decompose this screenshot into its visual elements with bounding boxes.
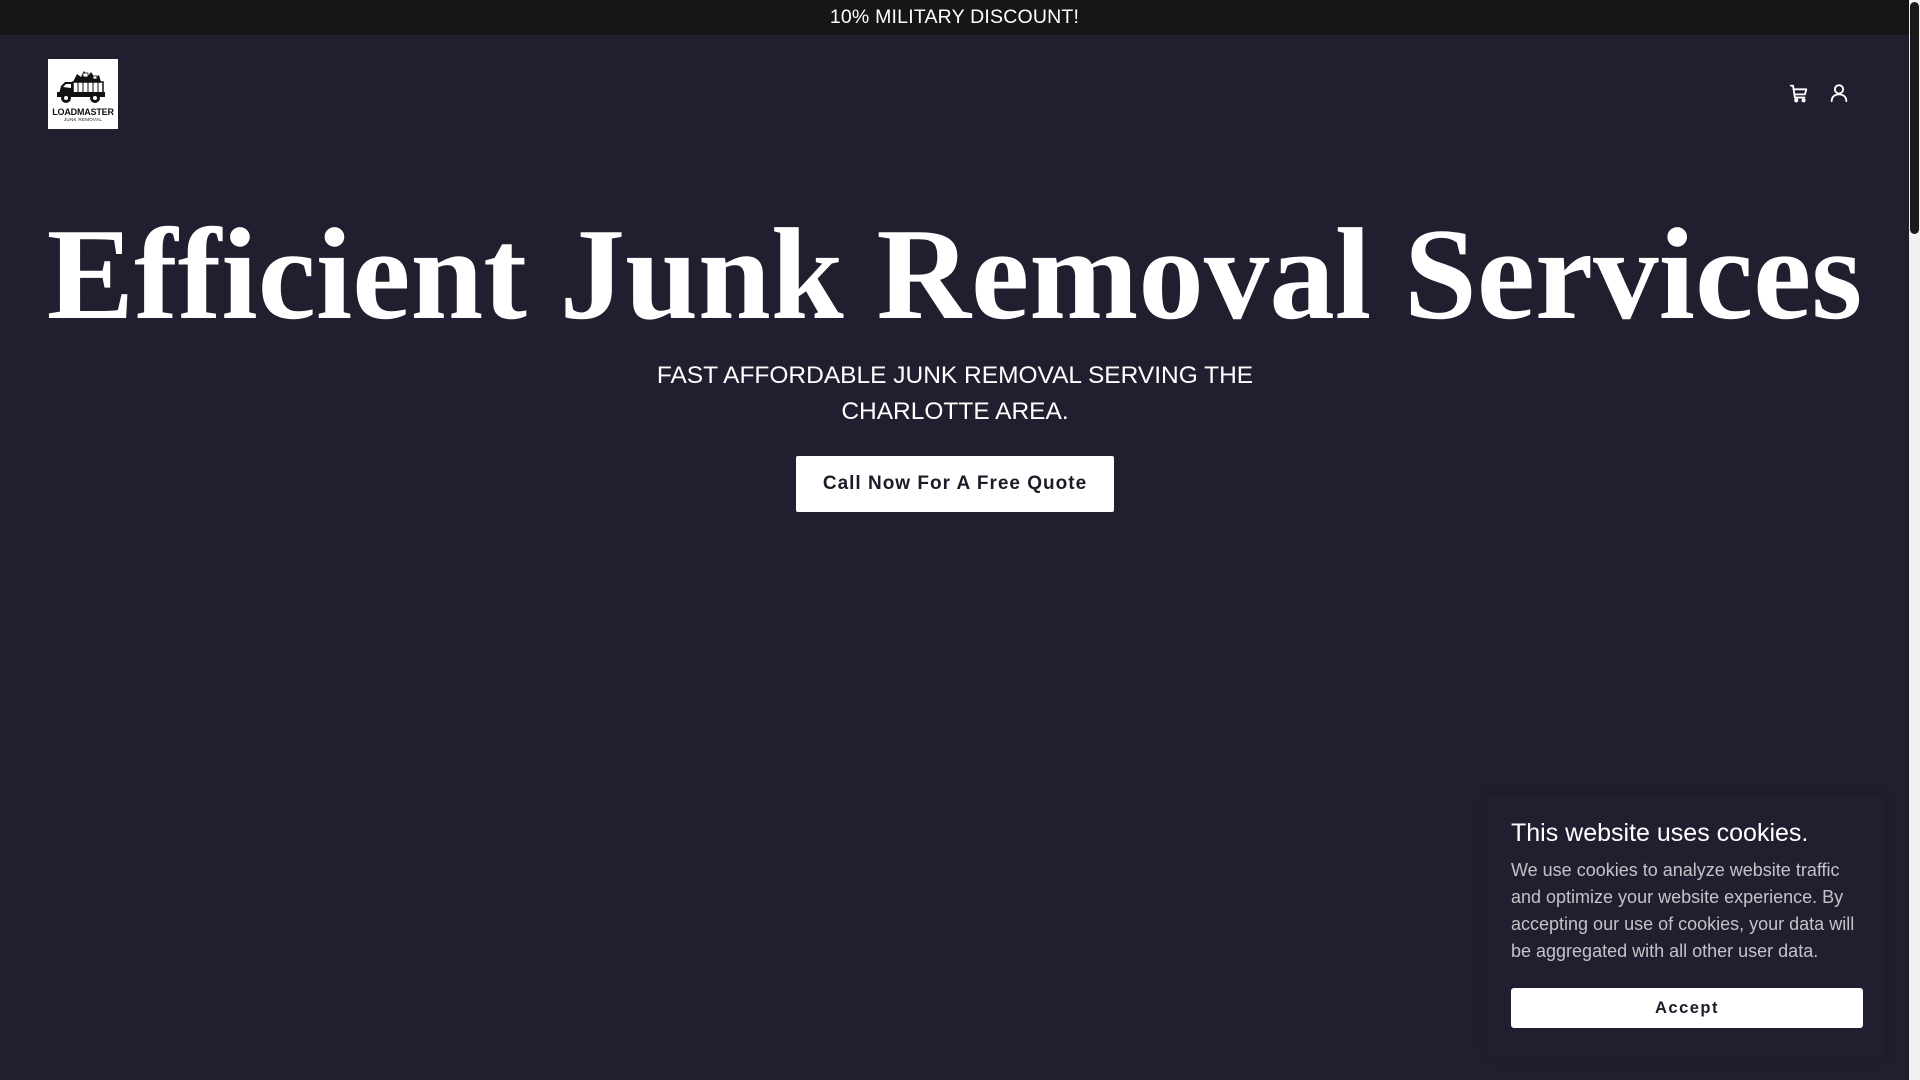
site-header: LOADMASTER JUNK REMOVAL — [0, 35, 1909, 155]
logo-subtitle: JUNK REMOVAL — [63, 117, 103, 122]
page: 10% MILITARY DISCOUNT! LOADMASTER JUNK R… — [0, 0, 1920, 1080]
cookie-body: We use cookies to analyze website traffi… — [1511, 860, 1855, 961]
cookie-banner: This website uses cookies. We use cookie… — [1487, 795, 1885, 1057]
truck-logo-icon — [57, 71, 105, 103]
site-logo[interactable]: LOADMASTER JUNK REMOVAL — [48, 59, 118, 129]
hero-title: Efficient Junk Removal Services — [46, 202, 1863, 347]
account-icon — [1830, 84, 1848, 103]
call-now-button[interactable]: Call Now For A Free Quote — [796, 456, 1114, 512]
cart-icon — [1789, 84, 1808, 103]
header-actions — [1787, 81, 1851, 105]
logo-title: LOADMASTER — [52, 107, 114, 117]
announcement-bar[interactable]: 10% MILITARY DISCOUNT! — [0, 0, 1909, 35]
cart-button[interactable] — [1787, 81, 1811, 105]
announcement-text[interactable]: 10% MILITARY DISCOUNT! — [830, 6, 1079, 29]
accept-cookies-button[interactable]: Accept — [1511, 988, 1863, 1028]
scrollbar[interactable] — [1909, 0, 1920, 1080]
cookie-title: This website uses cookies. — [1511, 819, 1809, 847]
account-button[interactable] — [1827, 81, 1851, 105]
hero-subtitle: FAST AFFORDABLE JUNK REMOVAL SERVING THE… — [656, 362, 1254, 425]
scrollbar-thumb[interactable] — [1910, 2, 1919, 234]
